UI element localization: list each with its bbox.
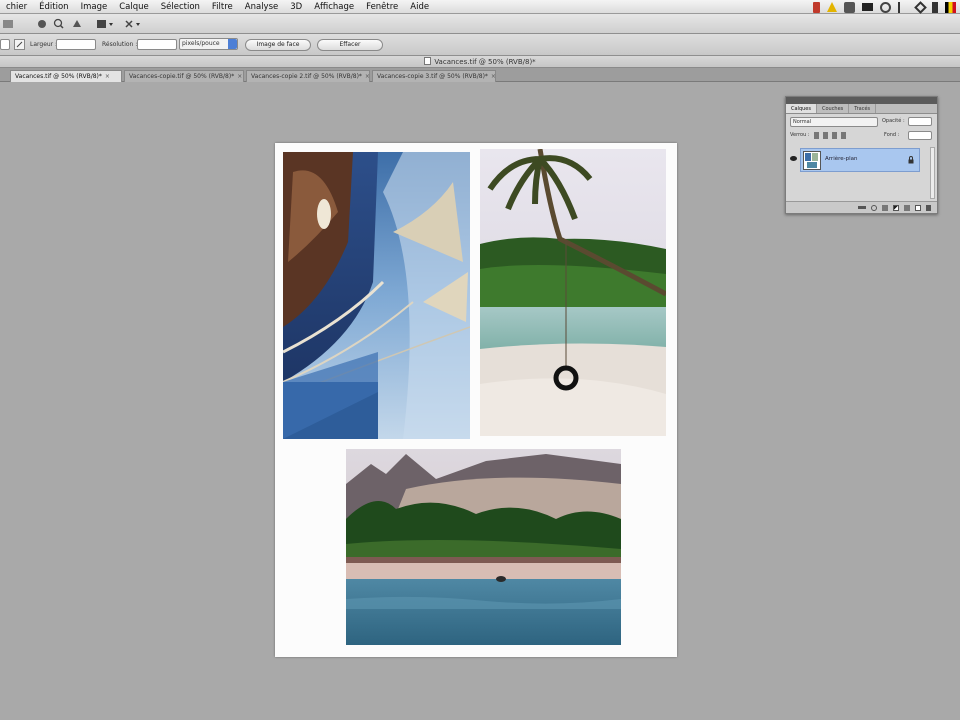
blend-mode-value: Normal (793, 119, 812, 125)
front-image-button[interactable]: Image de face (245, 39, 311, 51)
tab-label: Vacances-copie 2.tif @ 50% (RVB/8)* (251, 73, 362, 80)
blend-row: Normal Opacité : (786, 116, 937, 130)
menu-aide[interactable]: Aide (404, 0, 435, 14)
panel-tabs: Calques Couches Tracés (786, 104, 937, 114)
tab-label: Vacances-copie 3.tif @ 50% (RVB/8)* (377, 73, 488, 80)
tool-preset-field[interactable] (0, 39, 10, 50)
blend-mode-select[interactable]: Normal (790, 117, 878, 127)
resolution-unit-select[interactable]: pixels/pouce (179, 38, 238, 50)
network-icon[interactable] (914, 0, 927, 14)
visibility-eye-icon[interactable] (790, 156, 797, 161)
document-tab[interactable]: Vacances.tif @ 50% (RVB/8)* × (10, 70, 122, 82)
document-tabs: Vacances.tif @ 50% (RVB/8)* × Vacances-co… (0, 68, 960, 82)
tab-traces[interactable]: Tracés (849, 104, 877, 113)
menu-edition[interactable]: Édition (33, 0, 74, 14)
lock-options-icon[interactable] (814, 132, 850, 139)
flag-icon[interactable] (945, 1, 956, 13)
document-tab[interactable]: Vacances-copie 2.tif @ 50% (RVB/8)* × (246, 70, 370, 82)
menu-affichage[interactable]: Affichage (308, 0, 360, 14)
close-icon[interactable]: × (365, 71, 369, 82)
close-icon[interactable]: × (105, 71, 110, 82)
tool-icons-bar (0, 14, 960, 34)
battery-red-icon[interactable] (813, 1, 820, 13)
opacity-input[interactable] (908, 117, 932, 126)
photo-icon[interactable] (844, 1, 855, 13)
lock-icon (908, 156, 914, 164)
options-bar: Largeur : Résolution : pixels/pouce Imag… (0, 34, 960, 56)
lock-label: Verrou : (790, 132, 810, 138)
link-layers-icon[interactable] (858, 206, 866, 209)
layer-style-icon[interactable] (871, 204, 877, 211)
adjustment-layer-icon[interactable] (893, 204, 899, 211)
unit-select-value: pixels/pouce (182, 40, 220, 47)
chevron-down-icon (228, 39, 237, 49)
clear-button[interactable]: Effacer (317, 39, 383, 51)
menu-filtre[interactable]: Filtre (206, 0, 239, 14)
opacity-label: Opacité : (882, 118, 905, 124)
panel-scrollbar[interactable] (930, 147, 935, 199)
menu-bar: chier Édition Image Calque Sélection Fil… (0, 0, 960, 14)
sailboat-photo (283, 152, 470, 439)
layers-panel[interactable]: Calques Couches Tracés Normal Opacité : … (785, 96, 938, 214)
document-tab[interactable]: Vacances-copie 3.tif @ 50% (RVB/8)* × (372, 70, 496, 82)
power-icon[interactable] (880, 1, 891, 13)
menu-fenetre[interactable]: Fenêtre (360, 0, 404, 14)
new-group-icon[interactable] (904, 204, 910, 211)
fill-input[interactable] (908, 131, 932, 140)
menu-image[interactable]: Image (75, 0, 114, 14)
tab-label: Vacances-copie.tif @ 50% (RVB/8)* (129, 73, 235, 80)
menu-3d[interactable]: 3D (284, 0, 308, 14)
new-layer-icon[interactable] (915, 204, 921, 211)
width-input[interactable] (56, 39, 96, 50)
menu-fichier[interactable]: chier (0, 0, 33, 14)
layer-thumbnail (803, 151, 821, 170)
menu-calque[interactable]: Calque (113, 0, 155, 14)
beach-photo (346, 449, 621, 645)
document-title: Vacances.tif @ 50% (RVB/8)* (434, 58, 536, 66)
close-icon[interactable]: × (237, 71, 242, 82)
zoom-tool-icon[interactable] (52, 18, 66, 30)
warning-icon[interactable] (827, 2, 837, 12)
document-icon (424, 57, 432, 65)
resolution-input[interactable] (137, 39, 177, 50)
resolution-label: Résolution : (102, 41, 138, 48)
rotate-view-icon[interactable] (70, 18, 84, 30)
menu-analyse[interactable]: Analyse (239, 0, 284, 14)
layer-mask-icon[interactable] (882, 204, 888, 211)
panel-title-bar[interactable] (786, 97, 937, 104)
menu-selection[interactable]: Sélection (155, 0, 206, 14)
hand-tool-icon[interactable] (36, 18, 50, 30)
volume-icon[interactable] (932, 1, 938, 13)
tool-preset-icon[interactable] (2, 18, 16, 30)
layer-name: Arrière-plan (825, 156, 858, 162)
lock-row: Verrou : Fond : (786, 130, 937, 144)
document-title-bar: Vacances.tif @ 50% (RVB/8)* (0, 56, 960, 68)
bluetooth-icon[interactable] (898, 1, 909, 13)
close-icon[interactable]: × (491, 71, 495, 82)
arrange-documents-icon[interactable] (96, 18, 116, 30)
tab-calques[interactable]: Calques (786, 104, 817, 113)
document-tab[interactable]: Vacances-copie.tif @ 50% (RVB/8)* × (124, 70, 244, 82)
system-tray (813, 0, 956, 14)
palm-swing-photo (480, 149, 666, 436)
swap-dimensions-icon[interactable] (14, 39, 25, 51)
largeur-label: Largeur : (30, 41, 58, 48)
panel-bottom-bar (786, 201, 937, 213)
layer-item[interactable]: Arrière-plan (800, 148, 920, 172)
display-icon[interactable] (862, 3, 873, 11)
tab-couches[interactable]: Couches (817, 104, 850, 113)
document-canvas[interactable] (275, 143, 677, 657)
fill-label: Fond : (884, 132, 900, 138)
tab-label: Vacances.tif @ 50% (RVB/8)* (15, 73, 102, 80)
screen-mode-icon[interactable] (124, 18, 144, 30)
trash-icon[interactable] (926, 204, 931, 211)
